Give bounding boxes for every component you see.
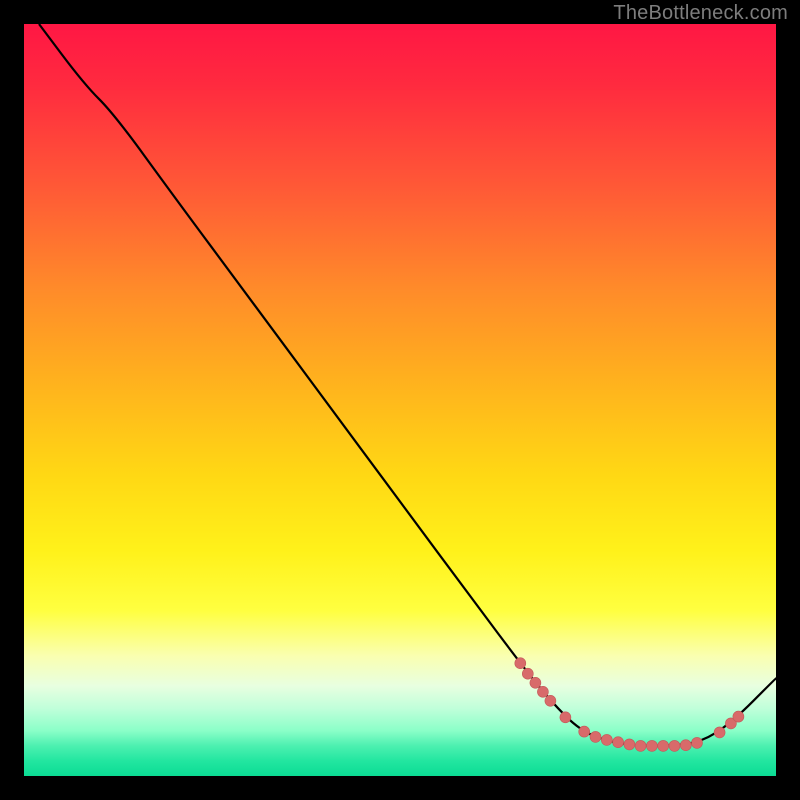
marker-dot [530,677,541,688]
watermark-text: TheBottleneck.com [613,2,788,25]
outer-frame: TheBottleneck.com [0,0,800,800]
marker-dot [579,726,590,737]
marker-dot [733,711,744,722]
marker-dot [560,712,571,723]
marker-dot [537,686,548,697]
marker-dot [669,740,680,751]
marker-dot [646,740,657,751]
chart-svg [24,24,776,776]
marker-dot [601,734,612,745]
marker-dot [522,668,533,679]
plot-area [24,24,776,776]
marker-dot [545,695,556,706]
marker-dot [624,739,635,750]
marker-dot [692,737,703,748]
marker-dot [590,731,601,742]
marker-dot [515,658,526,669]
marker-dot [613,737,624,748]
marker-dot [680,740,691,751]
marker-dot [658,740,669,751]
marker-dot [635,740,646,751]
bottleneck-curve [39,24,776,746]
marker-dot [714,727,725,738]
